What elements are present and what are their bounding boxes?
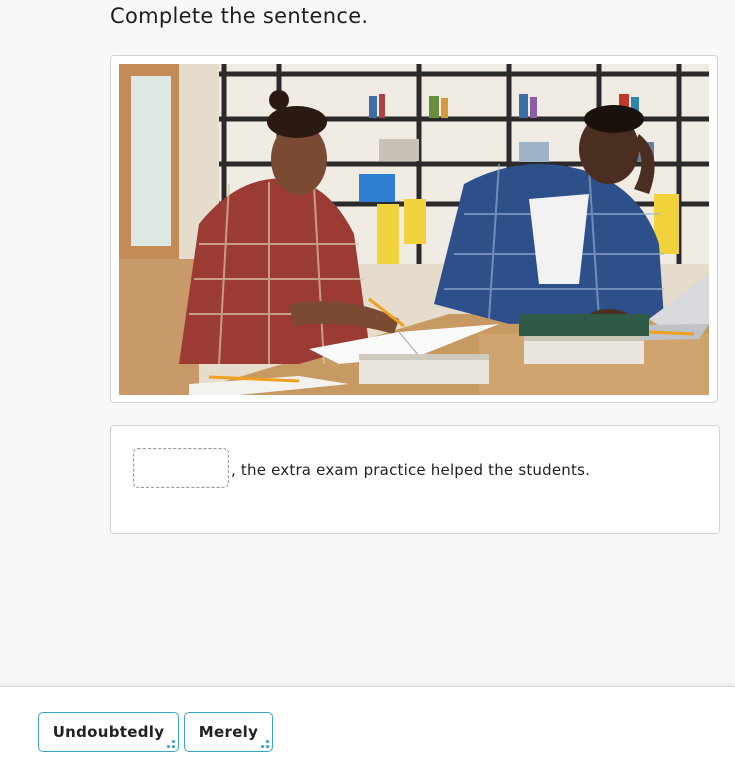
choice-label: Merely xyxy=(198,723,259,741)
sentence-text: , the extra exam practice helped the stu… xyxy=(231,461,591,479)
drag-handle-icon xyxy=(167,740,175,748)
sentence-card: , the extra exam practice helped the stu… xyxy=(110,425,720,534)
answer-choices-tray: Undoubtedly Merely xyxy=(0,686,735,763)
choice-merely[interactable]: Merely xyxy=(184,712,273,752)
answer-blank-dropzone[interactable] xyxy=(133,448,229,488)
choice-label: Undoubtedly xyxy=(52,723,165,741)
prompt-heading: Complete the sentence. xyxy=(110,4,369,28)
choice-undoubtedly[interactable]: Undoubtedly xyxy=(38,712,179,752)
image-card xyxy=(110,55,718,403)
drag-handle-icon xyxy=(261,740,269,748)
students-studying-photo xyxy=(119,64,709,395)
